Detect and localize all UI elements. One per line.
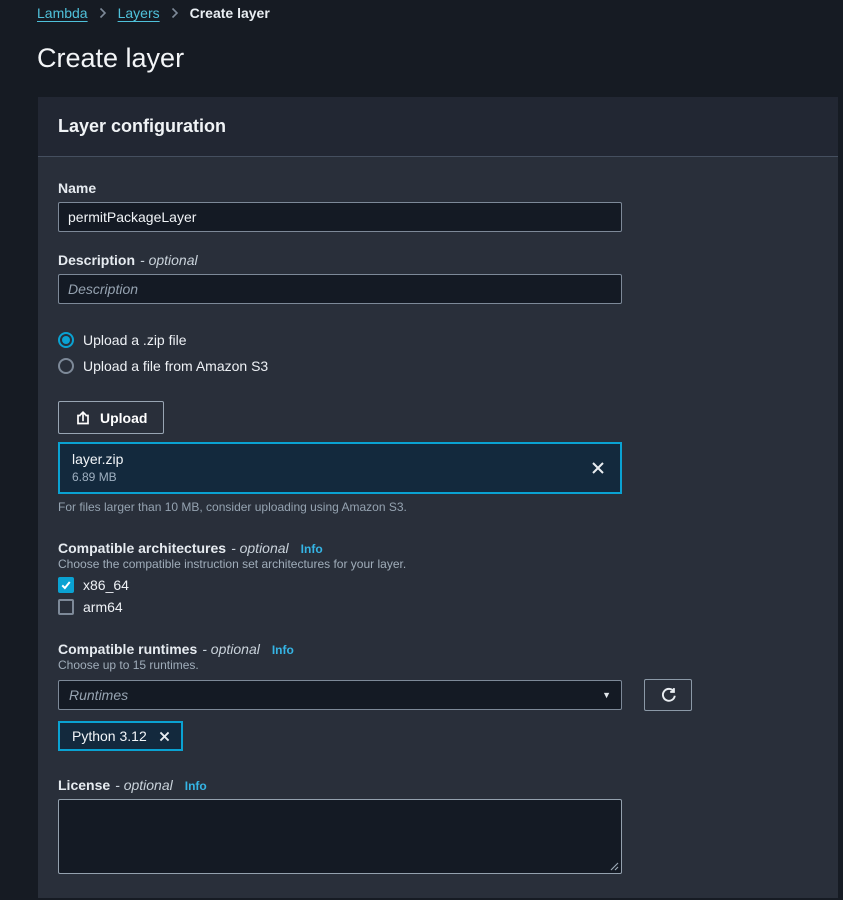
uploaded-file-name: layer.zip — [72, 450, 123, 469]
upload-zip-option-label[interactable]: Upload a .zip file — [83, 332, 187, 348]
runtimes-select-placeholder: Runtimes — [69, 687, 128, 703]
close-icon — [590, 460, 606, 476]
description-optional-label: - optional — [140, 252, 198, 268]
license-section: License - optional Info — [58, 777, 818, 877]
remove-file-button[interactable] — [588, 458, 608, 478]
name-input[interactable] — [58, 202, 622, 232]
name-label: Name — [58, 180, 96, 196]
license-optional-label: - optional — [115, 777, 173, 793]
runtime-token-label: Python 3.12 — [72, 728, 147, 744]
upload-s3-option-label[interactable]: Upload a file from Amazon S3 — [83, 358, 268, 374]
breadcrumb-layers[interactable]: Layers — [118, 5, 160, 21]
runtimes-description: Choose up to 15 runtimes. — [58, 658, 818, 672]
radio-unselected-icon[interactable] — [58, 358, 74, 374]
runtimes-select[interactable]: Runtimes ▼ — [58, 680, 622, 710]
upload-icon — [75, 410, 91, 426]
refresh-runtimes-button[interactable] — [644, 679, 692, 711]
runtime-token-python: Python 3.12 — [58, 721, 183, 751]
description-field: Description - optional — [58, 252, 818, 304]
runtimes-label: Compatible runtimes — [58, 641, 197, 657]
runtimes-optional-label: - optional — [202, 641, 260, 657]
radio-selected-icon[interactable] — [58, 332, 74, 348]
breadcrumb: Lambda Layers Create layer — [0, 0, 843, 21]
checkbox-checked-icon[interactable] — [58, 577, 74, 593]
description-input[interactable] — [58, 274, 622, 304]
file-size-hint: For files larger than 10 MB, consider up… — [58, 500, 818, 514]
architecture-option-x86[interactable]: x86_64 — [58, 577, 818, 593]
upload-zip-option[interactable]: Upload a .zip file — [58, 332, 818, 348]
remove-runtime-button[interactable] — [158, 730, 171, 743]
refresh-icon — [660, 687, 677, 704]
panel-title: Layer configuration — [38, 97, 838, 157]
uploaded-file-token: layer.zip 6.89 MB — [58, 442, 622, 494]
architecture-x86-label[interactable]: x86_64 — [83, 577, 129, 593]
license-textarea[interactable] — [58, 799, 622, 874]
architectures-optional-label: - optional — [231, 540, 289, 556]
upload-s3-option[interactable]: Upload a file from Amazon S3 — [58, 358, 818, 374]
chevron-right-icon — [171, 7, 179, 19]
description-label: Description — [58, 252, 135, 268]
uploaded-file-size: 6.89 MB — [72, 469, 123, 485]
chevron-down-icon: ▼ — [602, 690, 611, 700]
checkbox-unchecked-icon[interactable] — [58, 599, 74, 615]
close-icon — [158, 730, 171, 743]
resize-handle-icon[interactable] — [609, 861, 619, 871]
upload-button[interactable]: Upload — [58, 401, 164, 434]
architectures-label: Compatible architectures — [58, 540, 226, 556]
license-info-link[interactable]: Info — [185, 779, 207, 793]
architectures-description: Choose the compatible instruction set ar… — [58, 557, 818, 571]
architecture-arm64-label[interactable]: arm64 — [83, 599, 123, 615]
chevron-right-icon — [99, 7, 107, 19]
layer-configuration-panel: Layer configuration Name Description - o… — [38, 97, 838, 898]
architectures-section: Compatible architectures - optional Info… — [58, 540, 818, 615]
page-title: Create layer — [37, 43, 843, 74]
breadcrumb-lambda[interactable]: Lambda — [37, 5, 88, 21]
breadcrumb-current: Create layer — [190, 5, 270, 21]
upload-button-label: Upload — [100, 410, 147, 426]
runtimes-info-link[interactable]: Info — [272, 643, 294, 657]
architectures-info-link[interactable]: Info — [301, 542, 323, 556]
uploaded-file-info: layer.zip 6.89 MB — [72, 450, 123, 485]
architecture-option-arm64[interactable]: arm64 — [58, 599, 818, 615]
upload-method-radio-group: Upload a .zip file Upload a file from Am… — [58, 332, 818, 374]
panel-body: Name Description - optional Upload a .zi… — [38, 157, 838, 898]
runtimes-section: Compatible runtimes - optional Info Choo… — [58, 641, 818, 751]
name-field: Name — [58, 180, 818, 232]
license-label: License — [58, 777, 110, 793]
